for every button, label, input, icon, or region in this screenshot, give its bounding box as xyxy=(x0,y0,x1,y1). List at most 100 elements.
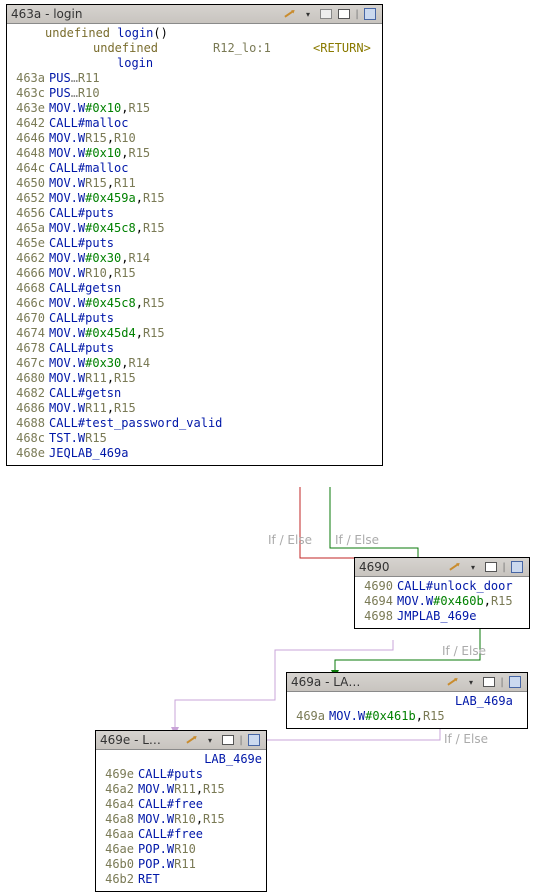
block-463a-login[interactable]: 463a - login ▾ | undefined login () unde… xyxy=(6,4,383,466)
comma: , xyxy=(121,251,128,266)
address: 4668 xyxy=(11,281,49,296)
focus-icon[interactable] xyxy=(507,675,523,689)
block-header[interactable]: 469a - LA… ▾ | xyxy=(287,673,527,692)
edit-icon[interactable] xyxy=(282,7,298,21)
operand: #0x460b xyxy=(433,594,484,609)
dropdown-icon[interactable]: ▾ xyxy=(300,7,316,21)
mnemonic: TST.W xyxy=(49,431,85,446)
address: 4662 xyxy=(11,251,49,266)
asm-row: 463eMOV.W #0x10,R15 xyxy=(11,101,378,116)
block-header[interactable]: 4690 ▾ | xyxy=(355,558,529,577)
mnemonic: MOV.W xyxy=(49,356,85,371)
address: 463c xyxy=(11,86,49,101)
window-icon[interactable] xyxy=(483,560,499,574)
asm-row: 465aMOV.W #0x45c8,R15 xyxy=(11,221,378,236)
block-header[interactable]: 463a - login ▾ | xyxy=(7,5,382,24)
comma: , xyxy=(136,221,143,236)
mnemonic: MOV.W xyxy=(49,266,85,281)
address: 46aa xyxy=(100,827,138,842)
dropdown-icon[interactable]: ▾ xyxy=(202,733,218,747)
operand: #0x45c8 xyxy=(85,221,136,236)
focus-icon[interactable] xyxy=(509,560,525,574)
address: 4678 xyxy=(11,341,49,356)
focus-icon[interactable] xyxy=(362,7,378,21)
asm-row: 4642CALL #malloc xyxy=(11,116,378,131)
comma: , xyxy=(107,131,114,146)
comma: , xyxy=(196,812,203,827)
address: 469a xyxy=(291,709,329,724)
edit-icon[interactable] xyxy=(445,675,461,689)
operand: R15 xyxy=(143,296,165,311)
operand: #0x461b xyxy=(365,709,416,724)
asm-row: 4652MOV.W #0x459a,R15 xyxy=(11,191,378,206)
asm-row: 4670CALL #puts xyxy=(11,311,378,326)
asm-row: 4678CALL #puts xyxy=(11,341,378,356)
mnemonic: MOV.W xyxy=(49,101,85,116)
block-4690[interactable]: 4690 ▾ | 4690CALL #unlock_door4694MOV.W … xyxy=(354,557,530,629)
edit-icon[interactable] xyxy=(184,733,200,747)
address: 4698 xyxy=(359,609,397,624)
operand: R15 xyxy=(114,371,136,386)
signature-row: undefined login () xyxy=(11,26,378,41)
operand: #puts xyxy=(78,341,114,356)
mnemonic: JMP xyxy=(397,609,419,624)
operand: #0x30 xyxy=(85,251,121,266)
asm-row: 4674MOV.W #0x45d4,R15 xyxy=(11,326,378,341)
print-icon[interactable] xyxy=(318,7,334,21)
col-reg: R12_lo:1 xyxy=(213,41,313,56)
address: 469e xyxy=(100,767,138,782)
operand: R10 xyxy=(114,131,136,146)
mnemonic: CALL xyxy=(49,236,78,251)
block-header[interactable]: 469e - L… ▾ | xyxy=(96,731,266,750)
mnemonic: MOV.W xyxy=(49,176,85,191)
block-header-icons: ▾ | xyxy=(447,560,525,574)
asm-row: 4682CALL #getsn xyxy=(11,386,378,401)
block-469e[interactable]: 469e - L… ▾ | LAB_469e 469eCALL #puts46a… xyxy=(95,730,267,892)
dropdown-icon[interactable]: ▾ xyxy=(463,675,479,689)
window-icon[interactable] xyxy=(220,733,236,747)
comma: , xyxy=(136,191,143,206)
window-icon[interactable] xyxy=(481,675,497,689)
mnemonic: MOV.W xyxy=(397,594,433,609)
operand: #0x10 xyxy=(85,146,121,161)
operand: R15 xyxy=(143,326,165,341)
window-icon[interactable] xyxy=(336,7,352,21)
function-name: login xyxy=(117,26,153,41)
address: 468e xyxy=(11,446,49,461)
separator: | xyxy=(501,560,507,574)
block-title: 463a - login xyxy=(11,7,82,21)
block-title: 469a - LA… xyxy=(291,675,360,689)
comma: , xyxy=(107,401,114,416)
operand: R15 xyxy=(114,401,136,416)
asm-row: 465eCALL #puts xyxy=(11,236,378,251)
mnemonic: CALL xyxy=(49,386,78,401)
comma: , xyxy=(196,782,203,797)
operand: #free xyxy=(167,797,203,812)
asm-row: 46b2RET xyxy=(100,872,262,887)
operand: R11 xyxy=(174,782,196,797)
operand: R10 xyxy=(85,266,107,281)
address: 4670 xyxy=(11,311,49,326)
mnemonic: PUS xyxy=(49,86,71,101)
operand: R15 xyxy=(85,176,107,191)
mnemonic: CALL xyxy=(49,281,78,296)
asm-row: 4690CALL #unlock_door xyxy=(359,579,525,594)
signature-cols: undefined R12_lo:1 <RETURN> xyxy=(11,41,378,56)
col-type: undefined xyxy=(93,41,213,56)
address: 464c xyxy=(11,161,49,176)
focus-icon[interactable] xyxy=(246,733,262,747)
asm-row: 4680MOV.W R11,R15 xyxy=(11,371,378,386)
block-469a[interactable]: 469a - LA… ▾ | LAB_469a 469aMOV.W #0x461… xyxy=(286,672,528,729)
asm-row: 4648MOV.W #0x10,R15 xyxy=(11,146,378,161)
separator: | xyxy=(238,733,244,747)
address: 46a8 xyxy=(100,812,138,827)
dropdown-icon[interactable]: ▾ xyxy=(465,560,481,574)
address: 4652 xyxy=(11,191,49,206)
address: 46b2 xyxy=(100,872,138,887)
address: 4682 xyxy=(11,386,49,401)
operand: #0x459a xyxy=(85,191,136,206)
edit-icon[interactable] xyxy=(447,560,463,574)
operand: #malloc xyxy=(78,116,129,131)
address: 4648 xyxy=(11,146,49,161)
edge-label: If / Else xyxy=(442,644,486,658)
